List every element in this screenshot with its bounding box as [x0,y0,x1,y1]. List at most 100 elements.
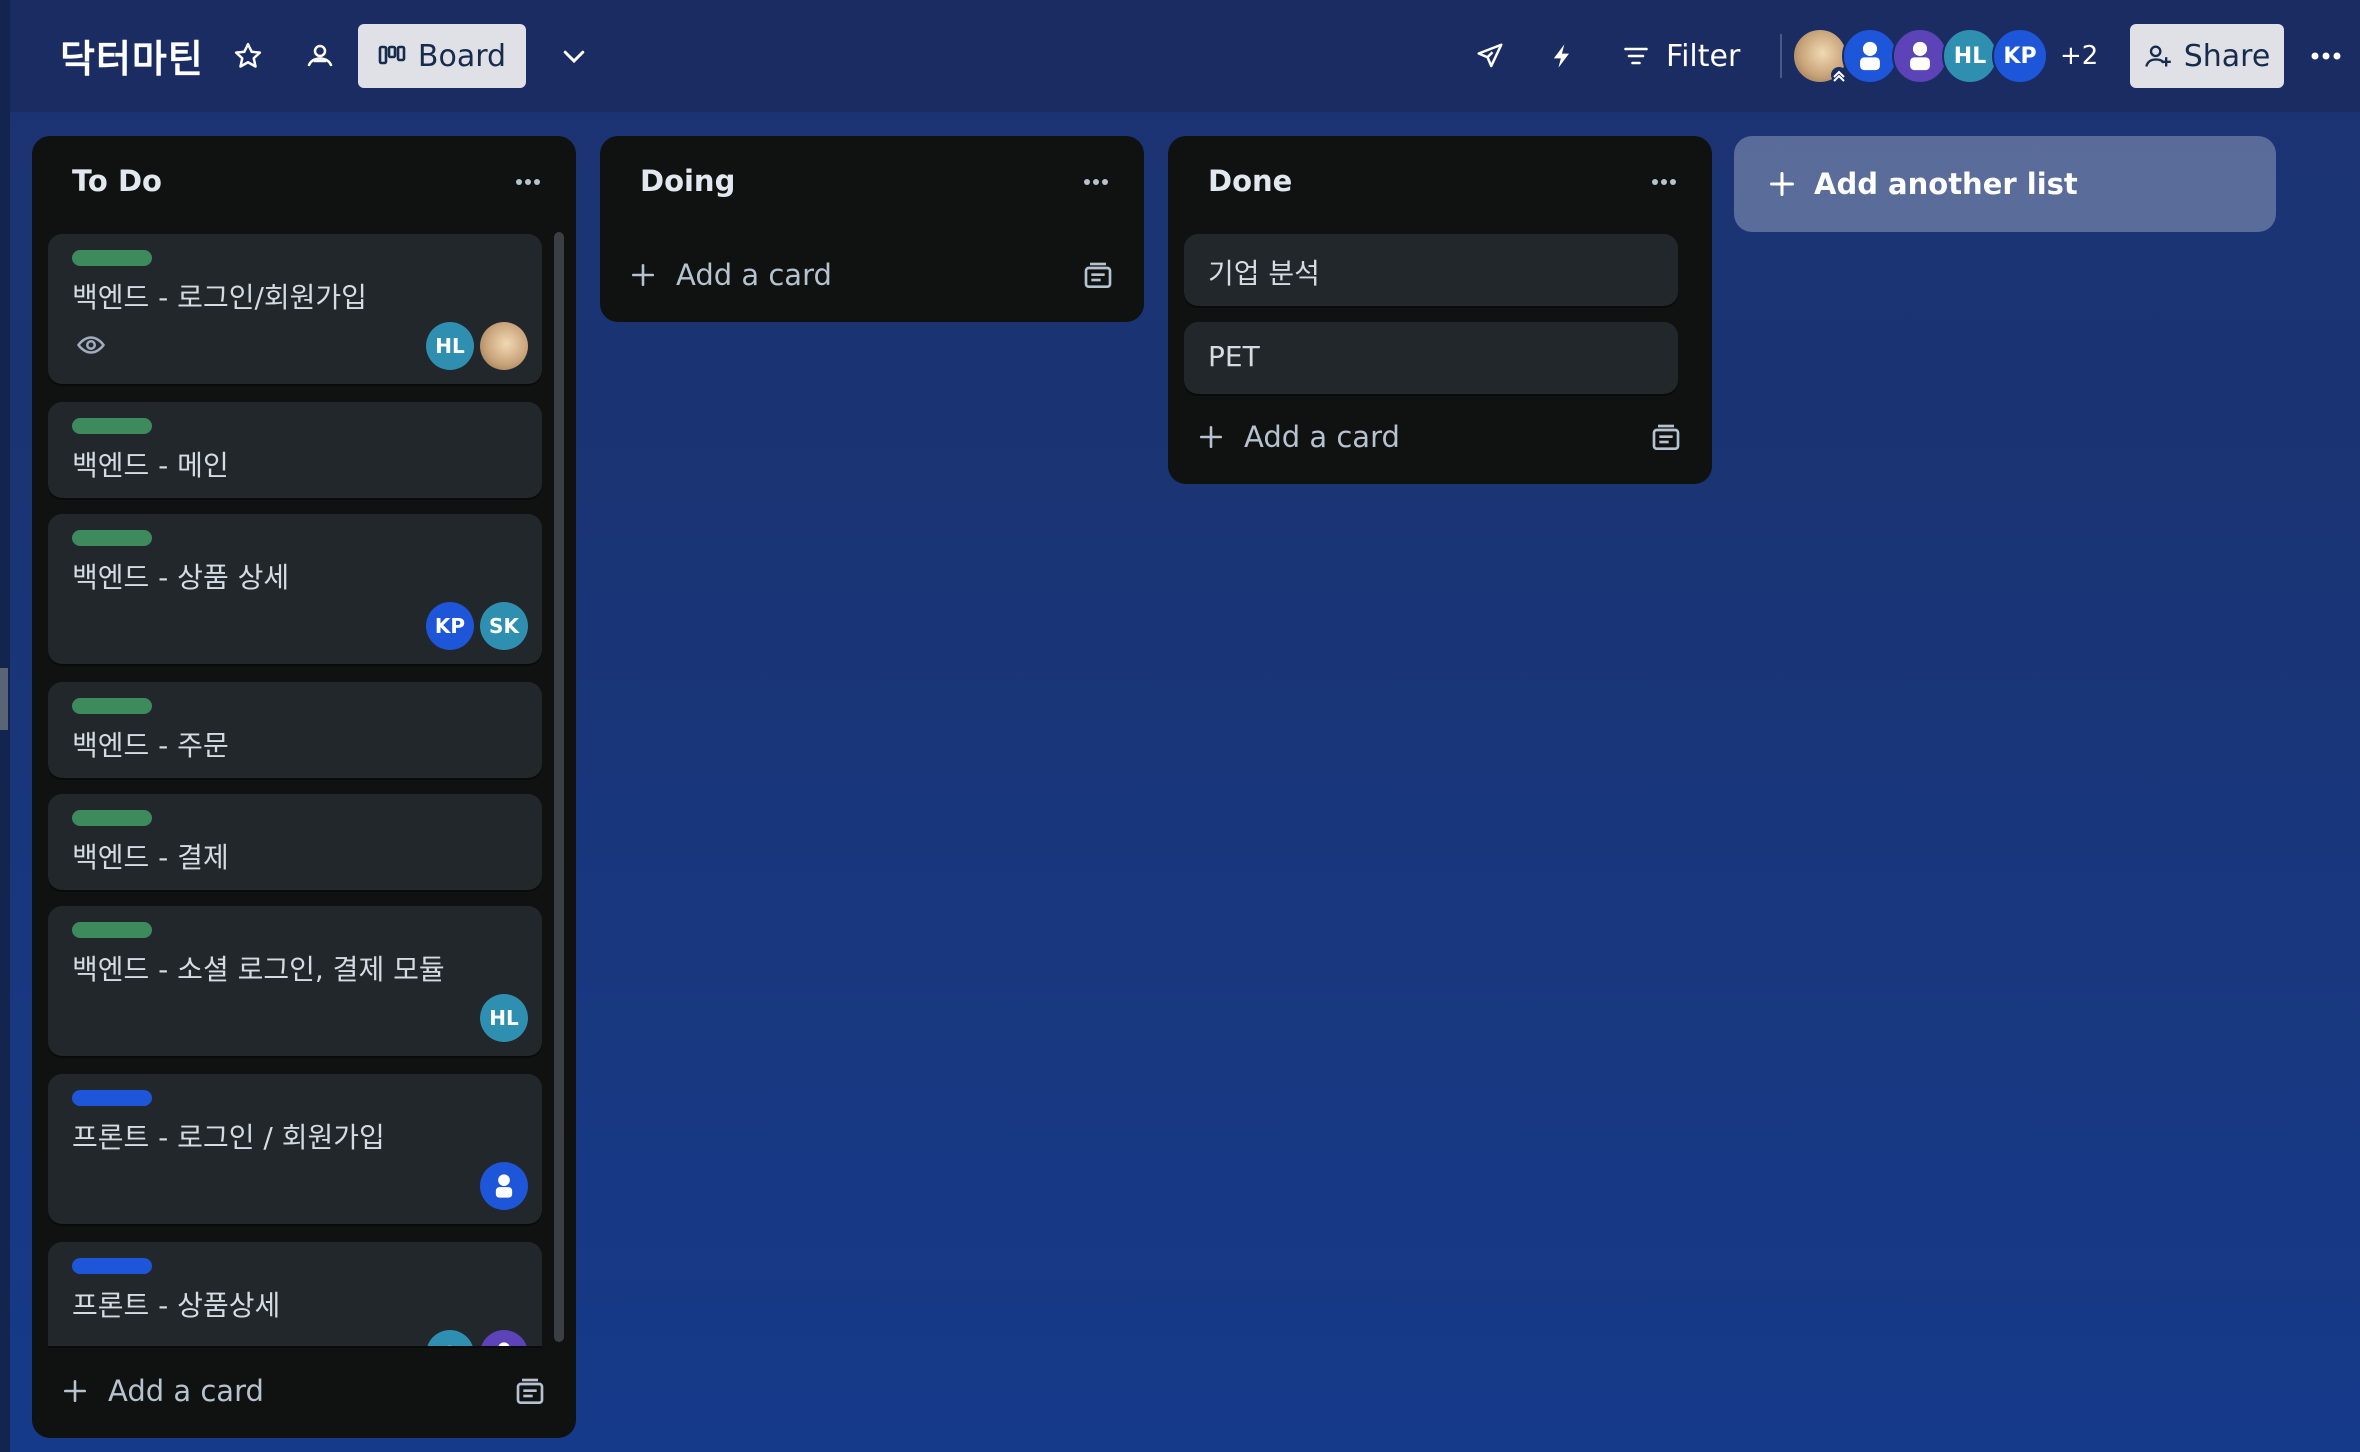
filter-icon [1624,47,1648,65]
person-icon [1910,41,1930,71]
avatar[interactable] [1892,28,1948,84]
card-label[interactable] [72,250,152,266]
card-title: 프론트 - 로그인 / 회원가입 [72,1121,385,1154]
board-view-label: Board [417,38,507,74]
card[interactable]: 백엔드 - 주문 [48,682,542,778]
add-card-label: Add a card [108,1374,264,1408]
board-menu-button[interactable] [2306,36,2346,76]
board-icon [378,45,406,65]
list-title[interactable]: Done [1208,164,1292,198]
card-template-icon[interactable] [1082,260,1114,292]
plus-icon [63,1379,87,1403]
automation-button[interactable] [1542,36,1582,76]
add-card-label: Add a card [1244,420,1400,454]
add-list-label: Add another list [1814,167,2078,201]
list-doing: Doing Add a card [600,136,1144,322]
filter-label: Filter [1666,38,1741,74]
board-members: HL KP +2 [1792,26,2098,86]
card-label[interactable] [72,810,152,826]
star-button[interactable] [228,36,268,76]
card-label[interactable] [72,530,152,546]
list-menu-button[interactable] [508,162,548,202]
power-ups-button[interactable] [1470,36,1510,76]
card-template-icon[interactable] [514,1376,546,1408]
more-icon [1652,179,1676,185]
edge-marker [0,668,8,730]
card[interactable]: 백엔드 - 메인 [48,402,542,498]
card-title: 기업 분석 [1208,257,1320,290]
card-title: 백엔드 - 상품 상세 [72,561,290,594]
card-member-avatar[interactable] [480,322,528,370]
card[interactable]: 프론트 - 상품상세 S [48,1242,542,1346]
card[interactable]: 프론트 - 로그인 / 회원가입 [48,1074,542,1224]
card-member-avatar[interactable] [480,1162,528,1210]
star-icon [234,42,262,68]
board-header: 닥터마틴 Board Filter HL KP +2 Share [10,0,2360,112]
avatar[interactable] [1842,28,1898,84]
list-menu-button[interactable] [1076,162,1116,202]
left-edge-strip [0,0,10,1452]
more-icon [2311,52,2341,60]
card-title: PET [1208,340,1260,373]
card-label[interactable] [72,1090,152,1106]
card-title: 백엔드 - 소셜 로그인, 결제 모듈 [72,953,445,986]
card-title: 백엔드 - 주문 [72,729,229,762]
add-card-button[interactable]: Add a card [1198,420,1400,454]
share-label: Share [2183,38,2271,74]
avatar[interactable] [1792,28,1848,84]
person-icon [498,1342,510,1346]
list-scrollbar[interactable] [554,232,564,1342]
person-icon [495,1174,513,1198]
view-switcher-button[interactable] [552,36,596,76]
card-member-avatar[interactable]: SK [480,602,528,650]
add-card-label: Add a card [676,258,832,292]
card[interactable]: 백엔드 - 로그인/회원가입 HL [48,234,542,384]
board-title[interactable]: 닥터마틴 [60,28,204,83]
more-icon [1084,179,1108,185]
avatar[interactable]: KP [1992,28,2048,84]
list-title[interactable]: Doing [640,164,735,198]
plus-icon [631,263,655,287]
card-template-icon[interactable] [1650,422,1682,454]
list-todo: To Do 백엔드 - 로그인/회원가입 HL 백엔드 - 메인 백엔드 - 상… [32,136,576,1438]
people-icon [307,44,333,67]
chevron-down-icon [563,50,585,64]
header-divider [1780,34,1782,78]
card-member-avatar[interactable]: HL [426,322,474,370]
card-label[interactable] [72,698,152,714]
rocket-icon [1477,43,1503,68]
card[interactable]: 백엔드 - 소셜 로그인, 결제 모듈 HL [48,906,542,1056]
card[interactable]: 백엔드 - 상품 상세 KP SK [48,514,542,664]
card-title: 백엔드 - 로그인/회원가입 [72,281,367,314]
filter-button[interactable]: Filter [1622,30,1740,82]
lightning-icon [1553,44,1569,68]
card[interactable]: PET [1184,322,1678,394]
plus-icon [1199,425,1223,449]
more-icon [516,179,540,185]
card-title: 백엔드 - 결제 [72,841,229,874]
card-member-avatar[interactable]: KP [426,602,474,650]
more-members-count[interactable]: +2 [2060,41,2098,71]
add-list-button[interactable]: Add another list [1734,136,2276,232]
card[interactable]: 기업 분석 [1184,234,1678,306]
avatar[interactable]: HL [1942,28,1998,84]
add-card-button[interactable]: Add a card [630,258,832,292]
card-label[interactable] [72,418,152,434]
card-member-avatar[interactable]: S [426,1330,474,1346]
list-title[interactable]: To Do [72,164,162,198]
workspace-visibility-button[interactable] [300,36,340,76]
eye-icon [76,336,106,354]
card-member-avatar[interactable] [480,1330,528,1346]
add-card-button[interactable]: Add a card [62,1374,264,1408]
board-view-button[interactable]: Board [358,24,526,88]
card-label[interactable] [72,1258,152,1274]
list-done: Done 기업 분석 PET Add a card [1168,136,1712,484]
card[interactable]: 백엔드 - 결제 [48,794,542,890]
share-button[interactable]: Share [2130,24,2284,88]
person-icon [1860,41,1880,71]
card-member-avatar[interactable]: HL [480,994,528,1042]
plus-icon [1769,171,1795,197]
card-label[interactable] [72,922,152,938]
list-menu-button[interactable] [1644,162,1684,202]
card-title: 프론트 - 상품상세 [72,1289,281,1322]
